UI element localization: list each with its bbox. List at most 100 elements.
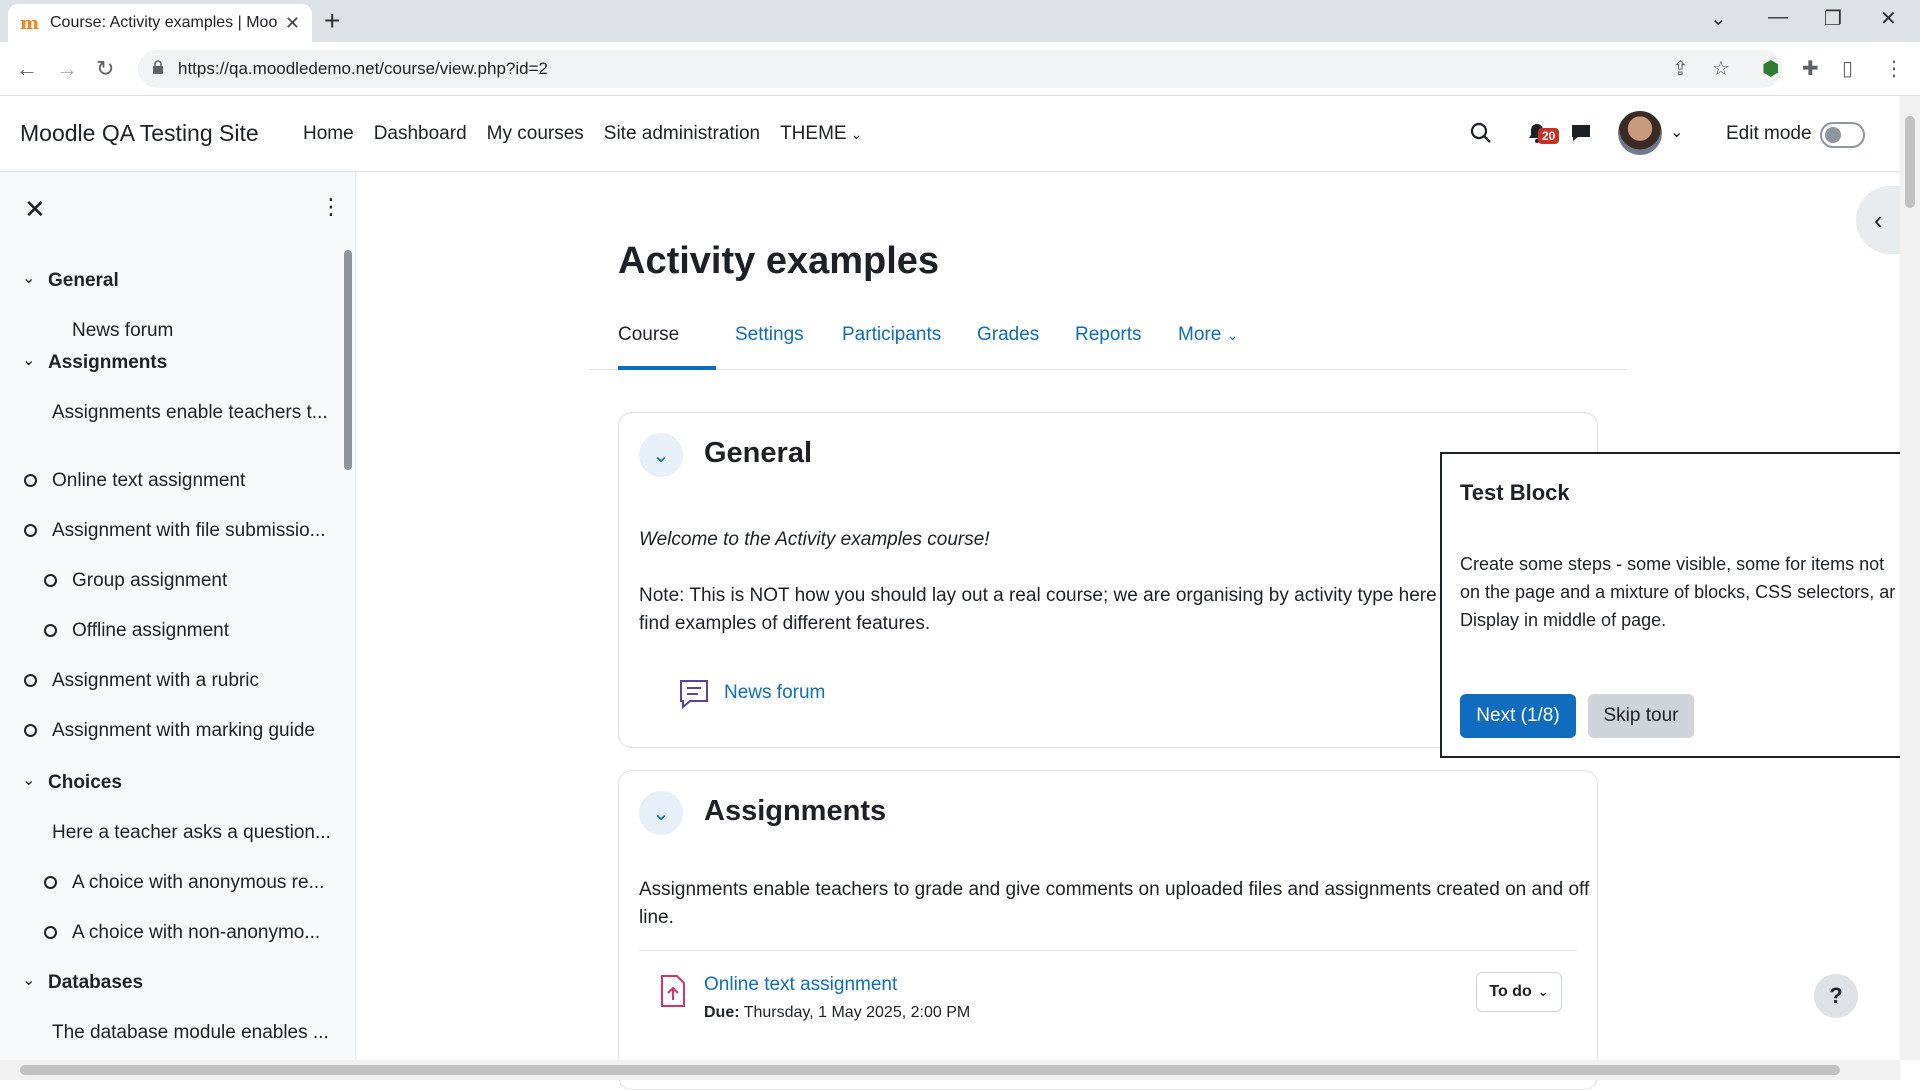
tab-course[interactable]: Course (618, 324, 679, 346)
user-avatar[interactable] (1618, 111, 1662, 155)
address-bar[interactable]: https://qa.moodledemo.net/course/view.ph… (138, 50, 1782, 88)
browser-tab-bar: m Course: Activity examples | Moodle ✕ +… (0, 0, 1920, 42)
user-tour-popup: Test Block Create some steps - some visi… (1440, 452, 1900, 758)
course-index-item[interactable]: Assignment with file submissio... (52, 520, 326, 542)
new-tab-icon[interactable]: + (324, 7, 340, 35)
drawer-scrollbar[interactable] (344, 250, 352, 470)
edit-mode-toggle[interactable] (1820, 122, 1865, 148)
assignment-upload-icon (661, 975, 685, 1007)
collapse-section-chevron-icon[interactable]: ⌄ (639, 433, 683, 477)
completion-circle-icon (44, 574, 57, 587)
vertical-scrollbar[interactable] (1900, 96, 1920, 1060)
completion-circle-icon (24, 674, 37, 687)
completion-circle-icon (24, 724, 37, 737)
back-icon[interactable]: ← (16, 56, 38, 82)
site-name[interactable]: Moodle QA Testing Site (20, 120, 259, 147)
user-menu-chevron-down-icon[interactable]: ⌄ (1670, 122, 1683, 142)
chevron-left-icon: ‹ (1874, 204, 1883, 235)
chevron-down-icon[interactable]: ⌄ (22, 350, 35, 370)
news-forum-link[interactable]: News forum (724, 682, 825, 704)
course-index-item[interactable]: Assignments enable teachers t... (52, 402, 328, 424)
note-text-line1: Note: This is NOT how you should lay out… (639, 585, 1457, 606)
notification-count-badge: 20 (1538, 128, 1560, 144)
chevron-down-icon: ⌄ (1226, 327, 1239, 343)
browser-tab[interactable]: m Course: Activity examples | Moodle ✕ (8, 4, 312, 42)
extensions-puzzle-icon[interactable]: ✚ (1802, 56, 1819, 81)
section-title-assignments[interactable]: Assignments (704, 795, 886, 828)
completion-circle-icon (44, 926, 57, 939)
section-title-general[interactable]: General (704, 437, 812, 470)
course-index-section-databases[interactable]: Databases (48, 972, 143, 994)
chevron-down-icon[interactable]: ⌄ (22, 770, 35, 790)
skip-tour-button[interactable]: Skip tour (1588, 694, 1694, 738)
reload-icon[interactable]: ↻ (96, 56, 114, 82)
online-text-assignment-link[interactable]: Online text assignment (704, 974, 897, 996)
chevron-down-icon: ⌄ (850, 126, 863, 142)
note-text-line2: find examples of different features. (639, 613, 931, 634)
messages-icon[interactable] (1570, 122, 1592, 144)
nav-theme-label: THEME (780, 123, 847, 144)
close-drawer-icon[interactable]: ✕ (24, 194, 46, 225)
nav-my-courses[interactable]: My courses (487, 123, 584, 145)
due-value: Thursday, 1 May 2025, 2:00 PM (743, 1004, 971, 1021)
active-tab-indicator (618, 366, 716, 370)
chevron-down-icon[interactable]: ⌄ (22, 268, 35, 288)
completion-status-dropdown[interactable]: To do ⌄ (1476, 972, 1562, 1012)
completion-circle-icon (44, 624, 57, 637)
moodle-navbar: Moodle QA Testing Site Home Dashboard My… (0, 96, 1900, 172)
minimize-icon[interactable]: — (1768, 6, 1788, 29)
tour-next-button[interactable]: Next (1/8) (1460, 694, 1576, 738)
assignments-description-line1: Assignments enable teachers to grade and… (639, 879, 1590, 900)
course-index-section-assignments[interactable]: Assignments (48, 352, 167, 374)
course-index-item[interactable]: The database module enables ... (52, 1022, 329, 1044)
tab-settings[interactable]: Settings (735, 324, 804, 346)
due-label: Due: (704, 1004, 740, 1021)
lock-icon (153, 60, 163, 74)
collapse-section-chevron-icon[interactable]: ⌄ (639, 791, 683, 835)
horizontal-scrollbar[interactable] (0, 1060, 1900, 1080)
chevron-down-icon: ⌄ (1537, 984, 1549, 999)
course-index-item[interactable]: Online text assignment (52, 470, 245, 492)
help-button[interactable]: ? (1814, 974, 1858, 1018)
bookmark-star-icon[interactable]: ☆ (1712, 56, 1730, 81)
search-icon[interactable] (1470, 122, 1492, 144)
completion-circle-icon (24, 474, 37, 487)
tab-reports[interactable]: Reports (1075, 324, 1142, 346)
nav-site-administration[interactable]: Site administration (604, 123, 760, 145)
chevron-down-icon[interactable]: ⌄ (22, 970, 35, 990)
close-tab-icon[interactable]: ✕ (285, 13, 300, 34)
horizontal-scrollbar-thumb[interactable] (20, 1065, 1840, 1075)
tab-grades[interactable]: Grades (977, 324, 1039, 346)
primary-navigation: Home Dashboard My courses Site administr… (303, 123, 902, 145)
course-index-item[interactable]: Assignment with marking guide (52, 720, 315, 742)
course-index-item[interactable]: Group assignment (72, 570, 227, 592)
course-index-item[interactable]: Assignment with a rubric (52, 670, 259, 692)
tab-search-icon[interactable]: ⌄ (1710, 6, 1727, 31)
tab-more[interactable]: More ⌄ (1178, 324, 1238, 346)
nav-theme[interactable]: THEME ⌄ (780, 123, 882, 145)
course-index-section-choices[interactable]: Choices (48, 772, 122, 794)
forward-icon[interactable]: → (56, 56, 78, 82)
course-index-item[interactable]: A choice with anonymous re... (72, 872, 324, 894)
course-index-drawer: ✕ ⋮ ⌄ General News forum ⌄ Assignments A… (0, 172, 356, 1060)
course-index-item[interactable]: News forum (72, 320, 173, 342)
nav-dashboard[interactable]: Dashboard (374, 123, 467, 145)
welcome-text: Welcome to the Activity examples course! (639, 529, 990, 550)
close-window-icon[interactable]: ✕ (1880, 6, 1897, 31)
browser-menu-icon[interactable]: ⋮ (1884, 56, 1904, 81)
course-index-item[interactable]: Here a teacher asks a question... (52, 822, 331, 844)
tab-participants[interactable]: Participants (842, 324, 941, 346)
course-index-item[interactable]: Offline assignment (72, 620, 229, 642)
vertical-scrollbar-thumb[interactable] (1905, 116, 1915, 208)
maximize-icon[interactable]: ❐ (1824, 6, 1842, 31)
extension-shield-icon[interactable]: ⬢ (1762, 56, 1779, 81)
course-index-section-general[interactable]: General (48, 270, 119, 292)
course-index-options-icon[interactable]: ⋮ (320, 194, 342, 220)
tour-body: Create some steps - some visible, some f… (1460, 550, 1900, 634)
nav-home[interactable]: Home (303, 123, 354, 145)
completion-circle-icon (24, 524, 37, 537)
moodle-favicon-icon: m (20, 12, 40, 34)
course-index-item[interactable]: A choice with non-anonymo... (72, 922, 320, 944)
share-icon[interactable]: ⇪ (1672, 56, 1689, 81)
side-panel-icon[interactable]: ▯ (1842, 56, 1853, 81)
